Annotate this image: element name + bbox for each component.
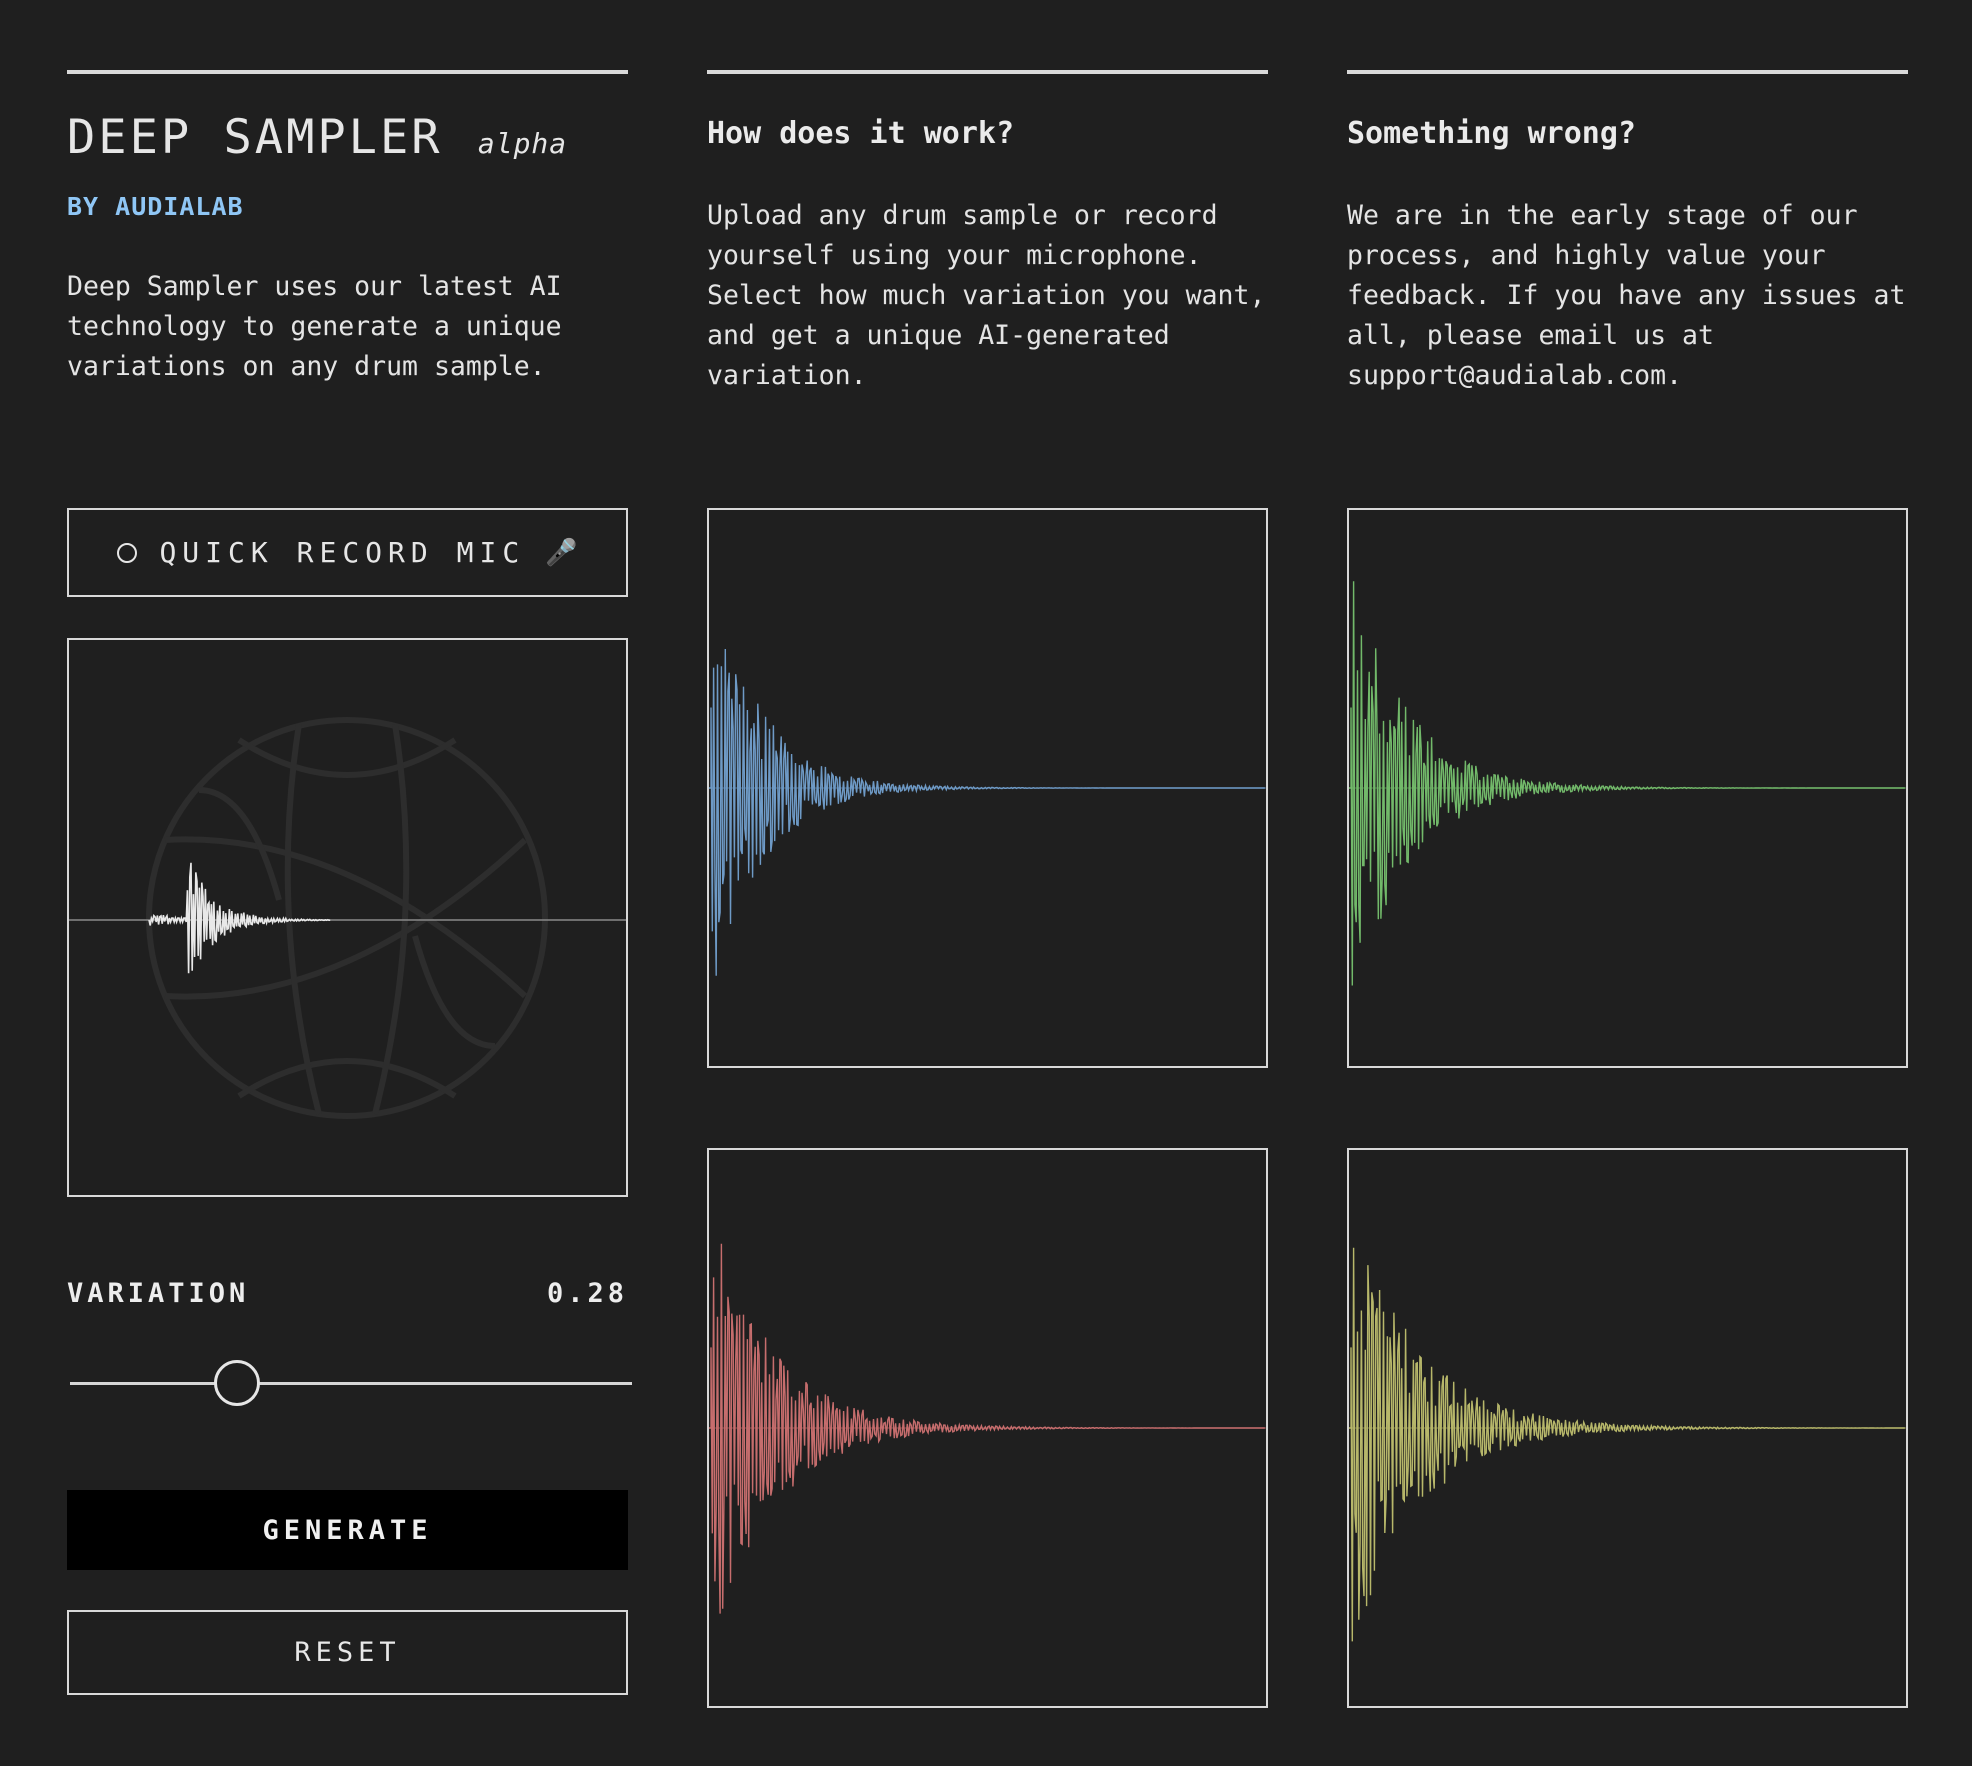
variation-label: VARIATION xyxy=(67,1278,250,1309)
variation-waveform-2 xyxy=(1349,581,1906,986)
something-wrong-heading: Something wrong? xyxy=(1347,116,1636,151)
slider-thumb[interactable] xyxy=(214,1360,261,1406)
something-wrong-body: We are in the early stage of our process… xyxy=(1347,200,1906,391)
variation-output-4[interactable] xyxy=(1347,1148,1908,1708)
divider xyxy=(1347,70,1908,74)
how-it-works-section: How does it work? Upload any drum sample… xyxy=(707,70,1268,396)
variation-output-2[interactable] xyxy=(1347,508,1908,1068)
variation-output-1[interactable] xyxy=(707,508,1268,1068)
record-circle-icon xyxy=(117,542,138,563)
how-it-works-body: Upload any drum sample or record yoursel… xyxy=(707,200,1266,391)
app-intro: DEEP SAMPLER alpha BY AUDIALAB Deep Samp… xyxy=(67,70,628,387)
variation-output-3[interactable] xyxy=(707,1148,1268,1708)
input-waveform xyxy=(148,862,331,974)
app-title-suffix: alpha xyxy=(477,127,568,160)
how-it-works-heading: How does it work? xyxy=(707,116,1015,151)
quick-record-mic-button[interactable]: QUICK RECORD MIC 🎤 xyxy=(67,508,628,597)
divider xyxy=(67,70,628,74)
byline[interactable]: BY AUDIALAB xyxy=(67,192,628,221)
reset-button[interactable]: RESET xyxy=(67,1610,628,1695)
input-waveform-display xyxy=(69,717,626,1119)
something-wrong-section: Something wrong? We are in the early sta… xyxy=(1347,70,1908,396)
app-description: Deep Sampler uses our latest AI technolo… xyxy=(67,271,562,382)
mic-icon: 🎤 xyxy=(545,537,578,568)
drop-globe-icon xyxy=(146,717,548,1119)
sample-drop-zone[interactable] xyxy=(67,638,628,1197)
variation-slider[interactable] xyxy=(70,1360,632,1408)
slider-track[interactable] xyxy=(70,1382,632,1385)
generate-button[interactable]: GENERATE xyxy=(67,1490,628,1570)
variation-waveform-4 xyxy=(1349,1247,1906,1642)
app-title: DEEP SAMPLER xyxy=(67,110,443,165)
page-title: DEEP SAMPLER alpha xyxy=(67,110,628,172)
record-button-label: QUICK RECORD MIC xyxy=(159,536,526,569)
variation-waveform-3 xyxy=(709,1243,1266,1614)
variation-value: 0.28 xyxy=(546,1278,628,1309)
variation-waveform-1 xyxy=(709,648,1266,976)
divider xyxy=(707,70,1268,74)
